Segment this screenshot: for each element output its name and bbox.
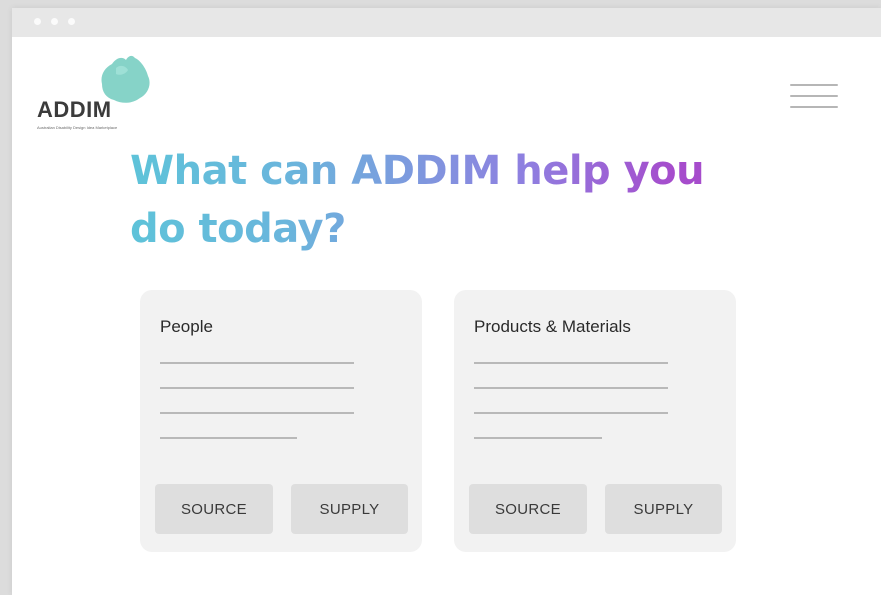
text-placeholder-line: [474, 362, 668, 364]
text-placeholder-line: [160, 362, 354, 364]
products-materials-card: Products & Materials SOURCE SUPPLY: [454, 290, 736, 552]
card-title: People: [160, 317, 213, 336]
text-placeholder-line: [160, 412, 354, 414]
hamburger-menu-icon[interactable]: [790, 84, 838, 110]
window-control-dot[interactable]: [51, 18, 58, 25]
menu-bar: [790, 95, 838, 97]
card-title: Products & Materials: [474, 317, 631, 336]
window-controls: [34, 18, 75, 25]
text-placeholder-line: [474, 412, 668, 414]
text-placeholder-line: [474, 387, 668, 389]
people-supply-button[interactable]: SUPPLY: [291, 484, 408, 534]
window-titlebar: [12, 8, 881, 37]
menu-bar: [790, 106, 838, 108]
products-supply-button[interactable]: SUPPLY: [605, 484, 722, 534]
menu-bar: [790, 84, 838, 86]
text-placeholder-line: [160, 437, 297, 439]
text-placeholder-line: [474, 437, 602, 439]
text-placeholder-line: [160, 387, 354, 389]
browser-window: ADDIM Australian Disability Design Idea …: [12, 8, 881, 595]
window-control-dot[interactable]: [34, 18, 41, 25]
window-control-dot[interactable]: [68, 18, 75, 25]
logo-tagline: Australian Disability Design Idea Market…: [37, 125, 118, 130]
people-source-button[interactable]: SOURCE: [155, 484, 273, 534]
products-source-button[interactable]: SOURCE: [469, 484, 587, 534]
hero-headline: What can ADDIM help you do today?: [130, 142, 770, 258]
logo-wordmark: ADDIM: [37, 97, 112, 122]
addim-logo[interactable]: ADDIM Australian Disability Design Idea …: [34, 54, 164, 134]
people-card: People SOURCE SUPPLY: [140, 290, 422, 552]
